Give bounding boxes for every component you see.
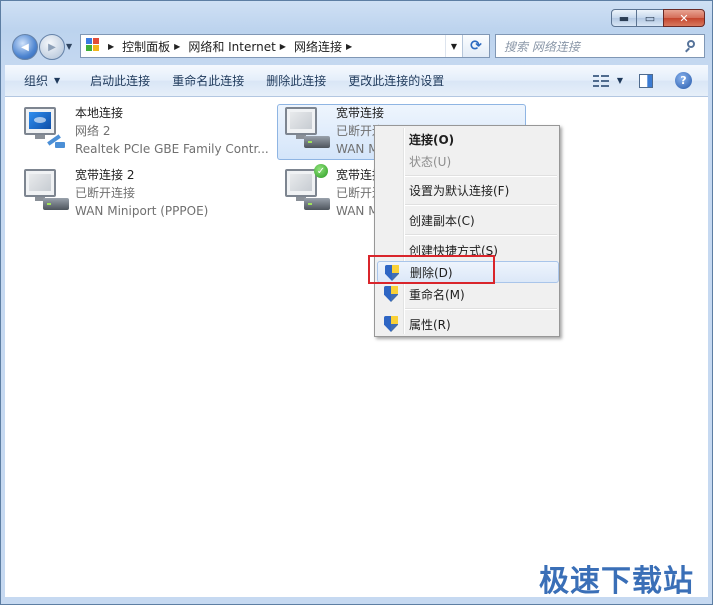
- context-menu: 连接(O) 状态(U) 设置为默认连接(F) 创建副本(C) 创建快捷方式(S)…: [374, 125, 560, 337]
- connection-item-local[interactable]: 本地连接 网络 2 Realtek PCIe GBE Family Contr.…: [21, 104, 269, 158]
- broadband-adapter-icon: [21, 166, 69, 214]
- connection-status: 网络 2: [75, 124, 111, 138]
- menu-item-rename[interactable]: 重命名(M): [377, 283, 557, 305]
- menu-separator: [405, 204, 557, 206]
- breadcrumb-control-panel[interactable]: 控制面板 ▶: [122, 38, 188, 55]
- menu-item-set-default[interactable]: 设置为默认连接(F): [377, 179, 557, 201]
- control-panel-icon: [86, 38, 102, 54]
- menu-item-connect[interactable]: 连接(O): [377, 128, 557, 150]
- menu-separator: [405, 234, 557, 236]
- menu-item-status[interactable]: 状态(U): [377, 150, 557, 172]
- breadcrumb-network-connections[interactable]: 网络连接 ▶: [294, 38, 360, 55]
- connection-name: 宽带连接 2: [75, 168, 135, 182]
- rename-connection-button[interactable]: 重命名此连接: [161, 70, 255, 92]
- delete-connection-button[interactable]: 删除此连接: [255, 70, 337, 92]
- minimize-button[interactable]: ▬: [611, 9, 637, 27]
- default-check-icon: ✓: [314, 164, 328, 178]
- annotation-highlight-box: [368, 255, 495, 284]
- breadcrumb-arrow-icon[interactable]: ▶: [346, 42, 352, 51]
- preview-pane-icon[interactable]: [639, 73, 653, 88]
- address-history-dropdown[interactable]: ▼: [445, 35, 462, 57]
- broadband-adapter-icon: [282, 104, 330, 152]
- connection-device: WAN Miniport (PPPOE): [75, 204, 209, 218]
- start-connection-button[interactable]: 启动此连接: [79, 70, 161, 92]
- search-input[interactable]: 搜索 网络连接: [495, 34, 705, 58]
- connection-name: 宽带连接: [336, 106, 385, 120]
- broadband-adapter-icon: ✓: [282, 164, 330, 214]
- menu-separator: [405, 175, 557, 177]
- organize-button[interactable]: 组织 ▼: [5, 70, 71, 92]
- connection-name: 本地连接: [75, 106, 124, 120]
- connection-item-broadband-default[interactable]: ✓ 宽带连接 已断开连 WAN M: [282, 164, 384, 220]
- menu-separator: [405, 308, 557, 310]
- address-bar[interactable]: ▶ 控制面板 ▶ 网络和 Internet ▶ 网络连接 ▶ ▼ ⟳: [80, 34, 490, 58]
- chevron-down-icon: ▼: [616, 76, 623, 85]
- breadcrumb-network-internet[interactable]: 网络和 Internet ▶: [188, 38, 294, 55]
- change-view-button[interactable]: ▼: [592, 74, 623, 87]
- forward-button[interactable]: ▶: [39, 34, 65, 60]
- connections-list: 本地连接 网络 2 Realtek PCIe GBE Family Contr.…: [5, 97, 708, 597]
- breadcrumb-arrow-icon[interactable]: ▶: [174, 42, 180, 51]
- connection-item-broadband[interactable]: 宽带连接 已断开连 WAN M: [277, 104, 526, 160]
- network-adapter-icon: [21, 104, 69, 152]
- refresh-button[interactable]: ⟳: [462, 35, 489, 57]
- connection-item-broadband-2[interactable]: 宽带连接 2 已断开连接 WAN Miniport (PPPOE): [21, 166, 208, 220]
- connection-device: Realtek PCIe GBE Family Contr...: [75, 142, 269, 156]
- chevron-down-icon: ▼: [54, 76, 61, 85]
- watermark-text: 极速下载站: [539, 564, 694, 599]
- close-button[interactable]: ✕: [663, 9, 705, 27]
- search-icon[interactable]: [685, 39, 698, 53]
- maximize-button[interactable]: ▭: [636, 9, 664, 27]
- command-bar: 组织 ▼ 启动此连接 重命名此连接 删除此连接 更改此连接的设置 ▼ ?: [5, 65, 708, 97]
- menu-item-properties[interactable]: 属性(R): [377, 313, 557, 335]
- search-placeholder: 搜索 网络连接: [504, 39, 580, 54]
- back-arrow-icon: ◀: [21, 41, 29, 53]
- help-icon[interactable]: ?: [675, 72, 692, 89]
- uac-shield-icon: [383, 286, 399, 302]
- connection-status: 已断开连接: [75, 186, 136, 200]
- uac-shield-icon: [383, 316, 399, 332]
- explorer-window: ▬ ▭ ✕ ◀ ▶ ▼ ▶ 控制面板 ▶ 网络和 Internet ▶ 网络连接 ▶ …: [0, 0, 713, 605]
- menu-item-create-copy[interactable]: 创建副本(C): [377, 209, 557, 231]
- breadcrumb-arrow-icon[interactable]: ▶: [280, 42, 286, 51]
- change-settings-button[interactable]: 更改此连接的设置: [337, 70, 455, 92]
- back-button[interactable]: ◀: [12, 34, 38, 60]
- breadcrumb-arrow-icon[interactable]: ▶: [108, 42, 114, 51]
- caption-buttons: ▬ ▭ ✕: [611, 9, 705, 27]
- view-list-icon: [592, 74, 609, 87]
- recent-pages-dropdown[interactable]: ▼: [66, 42, 72, 51]
- forward-arrow-icon: ▶: [48, 41, 56, 53]
- refresh-icon: ⟳: [470, 38, 482, 54]
